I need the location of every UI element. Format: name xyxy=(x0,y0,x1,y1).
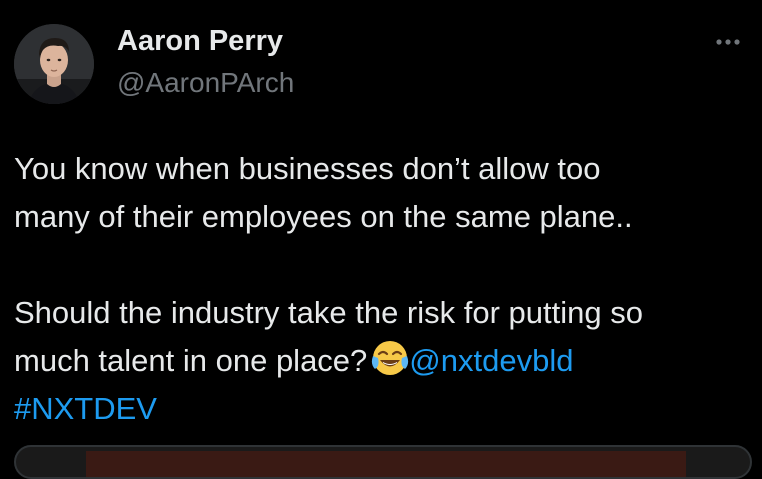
tweet-text-line: #NXTDEV xyxy=(14,385,754,433)
tweet-text-line: You know when businesses don’t allow too xyxy=(14,151,601,186)
mention-link[interactable]: @nxtdevbld xyxy=(409,343,573,378)
media-image xyxy=(86,451,686,477)
tweet-text-segment: much talent in one place? xyxy=(14,343,368,378)
author-name[interactable]: Aaron Perry xyxy=(117,25,283,58)
tweet-text-line: Should the industry take the risk for pu… xyxy=(14,295,643,330)
avatar-portrait xyxy=(14,24,94,104)
tweet-text-line: much talent in one place? @nxtdevbld xyxy=(14,337,754,385)
more-options-button[interactable] xyxy=(706,26,750,58)
tweet-text-line: many of their employees on the same plan… xyxy=(14,199,633,234)
media-preview[interactable] xyxy=(14,445,752,479)
paragraph-break xyxy=(14,241,754,289)
author-handle[interactable]: @AaronPArch xyxy=(117,67,294,99)
tweet: Aaron Perry @AaronPArch You know when bu… xyxy=(0,0,762,479)
hashtag-link[interactable]: #NXTDEV xyxy=(14,391,157,426)
author-avatar[interactable] xyxy=(14,24,94,104)
more-horizontal-icon xyxy=(716,39,740,45)
face-with-tears-of-joy-emoji xyxy=(371,339,409,377)
tweet-text: You know when businesses don’t allow too… xyxy=(14,145,754,433)
